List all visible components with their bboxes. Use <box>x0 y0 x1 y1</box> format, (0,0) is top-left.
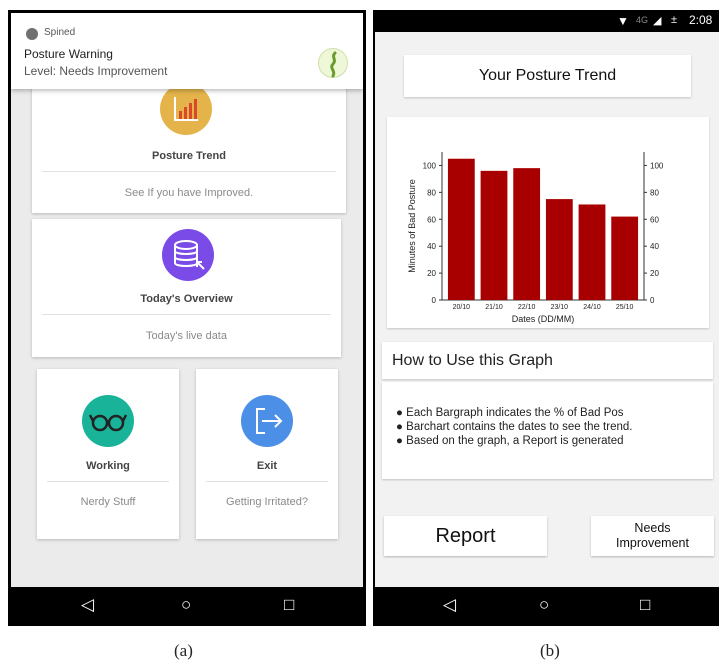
trend-screen: Your Posture Trend 0 0 20 20 40 40 60 60 80 80 100… <box>375 32 719 587</box>
bar <box>545 199 573 300</box>
help-bullet-text: Based on the graph, a Report is generate… <box>406 435 624 447</box>
divider <box>42 171 336 172</box>
clock: 2:08 <box>689 13 713 27</box>
help-bullet-text: Barchart contains the dates to see the t… <box>406 421 633 433</box>
x-tick-label: 21/10 <box>485 304 503 311</box>
posture-trend-subtitle: See If you have Improved. <box>124 187 254 199</box>
glasses-icon <box>82 395 134 447</box>
y-tick-label-right: 20 <box>650 269 659 278</box>
battery-icon: ± <box>671 14 678 26</box>
home-icon[interactable]: ○ <box>181 595 191 615</box>
x-axis-label: Dates (DD/MM) <box>512 314 575 324</box>
y-axis-label: Minutes of Bad Posture <box>407 179 417 273</box>
y-tick-label-right: 80 <box>650 188 659 197</box>
y-tick-label-left: 0 <box>432 296 437 305</box>
help-bullets: ● Each Bargraph indicates the % of Bad P… <box>396 406 632 448</box>
working-title: Working <box>86 460 130 472</box>
help-bullet: ● Based on the graph, a Report is genera… <box>396 435 624 447</box>
bar-chart-icon <box>160 83 212 135</box>
working-card[interactable]: Working Nerdy Stuff <box>37 369 179 539</box>
x-tick-label: 20/10 <box>453 304 471 311</box>
posture-bar-chart: 0 0 20 20 40 40 60 60 80 80 100 100 20/10 21/10 22/10 2… <box>407 152 664 324</box>
phone-b: ▼ 4G ◢ ± 2:08 Your Posture Trend 0 0 20 20 4… <box>373 10 719 626</box>
app-dot-icon <box>26 28 38 40</box>
todays-overview-card[interactable]: Today's Overview Today's live data <box>32 219 341 357</box>
y-tick-label-left: 80 <box>427 188 436 197</box>
exit-icon <box>241 395 293 447</box>
todays-overview-subtitle: Today's live data <box>146 330 227 342</box>
phone-a: Spined Posture Warning Level: Needs Impr… <box>8 10 366 626</box>
database-icon <box>162 229 214 281</box>
needs-improvement-line1: Needs <box>634 521 671 535</box>
y-tick-label-right: 100 <box>650 161 664 170</box>
chart-card: 0 0 20 20 40 40 60 60 80 80 100 100 20/10 21/10 22/10 2… <box>387 117 709 328</box>
needs-improvement-button[interactable]: Needs Improvement <box>591 516 714 556</box>
y-tick-label-left: 60 <box>427 215 436 224</box>
recent-apps-icon[interactable]: □ <box>284 595 294 615</box>
signal-icon: ◢ <box>653 15 662 27</box>
notification-app-name: Spined <box>44 27 76 38</box>
spine-logo-icon <box>318 48 348 78</box>
exit-subtitle: Getting Irritated? <box>226 496 308 508</box>
bar <box>447 158 475 300</box>
y-tick-label-right: 0 <box>650 296 655 305</box>
y-tick-label-left: 100 <box>423 161 437 170</box>
help-bullet: ● Barchart contains the dates to see the… <box>396 421 633 433</box>
y-tick-label-left: 40 <box>427 242 436 251</box>
divider <box>47 481 169 482</box>
back-icon[interactable]: ◁ <box>443 595 456 615</box>
exit-title: Exit <box>256 460 278 472</box>
y-tick-label-right: 40 <box>650 242 659 251</box>
posture-notification[interactable]: Spined Posture Warning Level: Needs Impr… <box>11 13 363 89</box>
wifi-icon: ▼ <box>617 14 629 28</box>
notification-level: Level: Needs Improvement <box>24 64 168 78</box>
exit-card[interactable]: Exit Getting Irritated? <box>196 369 338 539</box>
nav-bar: ◁ ○ □ <box>11 587 363 623</box>
caption-a: (a) <box>174 641 193 660</box>
bar <box>578 204 606 300</box>
back-icon[interactable]: ◁ <box>81 595 94 615</box>
home-icon[interactable]: ○ <box>539 595 549 615</box>
nav-bar: ◁ ○ □ <box>375 587 719 623</box>
y-tick-label-left: 20 <box>427 269 436 278</box>
network-type: 4G <box>636 15 649 25</box>
needs-improvement-line2: Improvement <box>616 536 689 550</box>
notification-title: Posture Warning <box>24 47 113 61</box>
bar <box>611 216 639 300</box>
x-tick-label: 23/10 <box>551 304 569 311</box>
x-tick-label: 25/10 <box>616 304 634 311</box>
page-title: Your Posture Trend <box>404 55 691 97</box>
report-button[interactable]: Report <box>384 516 547 556</box>
help-body: ● Each Bargraph indicates the % of Bad P… <box>382 382 713 479</box>
help-bullet: ● Each Bargraph indicates the % of Bad P… <box>396 407 624 419</box>
x-tick-label: 22/10 <box>518 304 536 311</box>
home-screen: Spined Posture Warning Level: Needs Impr… <box>11 13 363 587</box>
bar <box>513 168 541 300</box>
y-tick-label-right: 60 <box>650 215 659 224</box>
todays-overview-title: Today's Overview <box>140 293 233 305</box>
caption-b: (b) <box>540 641 560 660</box>
divider <box>42 314 331 315</box>
status-bar: ▼ 4G ◢ ± 2:08 <box>373 10 719 32</box>
divider <box>206 481 328 482</box>
x-tick-label: 24/10 <box>583 304 601 311</box>
help-bullet-text: Each Bargraph indicates the % of Bad Pos <box>406 407 624 419</box>
help-title: How to Use this Graph <box>382 342 713 379</box>
recent-apps-icon[interactable]: □ <box>640 595 650 615</box>
posture-trend-title: Posture Trend <box>152 150 226 162</box>
working-subtitle: Nerdy Stuff <box>80 496 136 508</box>
bar <box>480 170 508 300</box>
